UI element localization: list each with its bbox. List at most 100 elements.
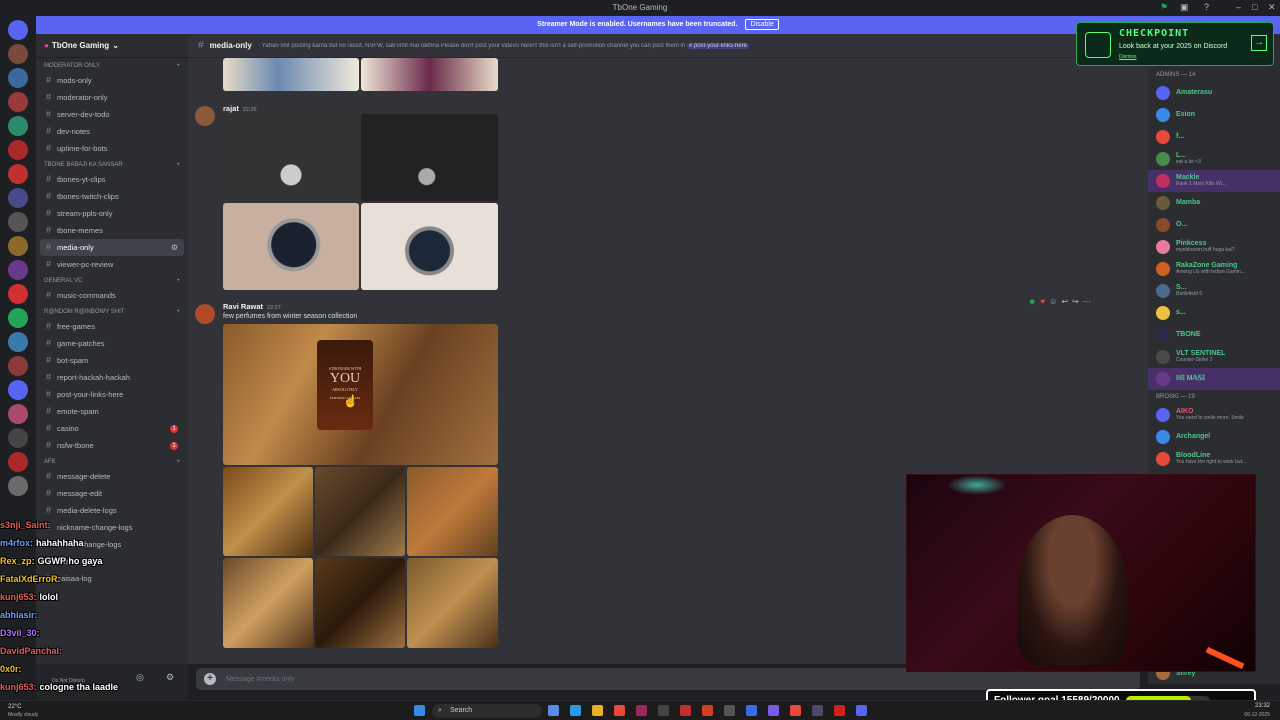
channel-message-delete[interactable]: # message-delete: [40, 468, 184, 485]
reaction-icon[interactable]: ☻: [1028, 297, 1036, 306]
channel-category[interactable]: R@NDOM R@INBOWY SHIT +: [36, 304, 188, 318]
member-item[interactable]: O...: [1148, 214, 1280, 236]
channel-topic[interactable]: Yahan shit posting karna but no racist, …: [262, 42, 749, 49]
taskbar-app-icon[interactable]: [548, 705, 559, 716]
perfume-photo[interactable]: [315, 467, 405, 556]
member-item[interactable]: Exion: [1148, 104, 1280, 126]
add-channel-icon[interactable]: +: [176, 162, 180, 168]
channel-media-only[interactable]: # media-only ⚙: [40, 239, 184, 256]
arrow-right-icon[interactable]: →: [1251, 35, 1267, 51]
channel-moderator-only[interactable]: # moderator-only: [40, 89, 184, 106]
taskbar-app-icon[interactable]: [702, 705, 713, 716]
taskbar-app-icon[interactable]: [636, 705, 647, 716]
channel-category[interactable]: AFK +: [36, 454, 188, 468]
member-item[interactable]: Archangel: [1148, 426, 1280, 448]
channel-report-hackah-hackah[interactable]: # report-hackah-hackah: [40, 369, 184, 386]
watch-photo[interactable]: [223, 203, 359, 290]
server-icon[interactable]: [8, 236, 28, 256]
inbox-icon[interactable]: ▣: [1180, 2, 1189, 13]
taskbar-app-icon[interactable]: [658, 705, 669, 716]
server-icon[interactable]: [8, 188, 28, 208]
message-author[interactable]: Ravi Rawat 22:27: [223, 302, 281, 311]
member-item[interactable]: TBONE: [1148, 324, 1280, 346]
server-icon[interactable]: [8, 68, 28, 88]
server-icon[interactable]: [8, 164, 28, 184]
member-item[interactable]: f...: [1148, 126, 1280, 148]
message-image[interactable]: [361, 58, 498, 91]
channel-category[interactable]: tbone babaji ka sansar +: [36, 157, 188, 171]
taskbar-app-icon[interactable]: [790, 705, 801, 716]
message-author[interactable]: rajat 22:26: [223, 104, 257, 113]
taskbar-app-icon[interactable]: [768, 705, 779, 716]
member-item[interactable]: RakaZone Gaming Among Us with Indian Gami…: [1148, 258, 1280, 280]
emoji-icon[interactable]: ☺: [1049, 297, 1057, 306]
member-item[interactable]: BloodLine You have the right to work but.…: [1148, 448, 1280, 470]
channel-bot-spam[interactable]: # bot-spam: [40, 352, 184, 369]
member-item[interactable]: S... Battlefield 6: [1148, 280, 1280, 302]
channel-dev-notes[interactable]: # dev-notes: [40, 123, 184, 140]
disable-streamer-mode-button[interactable]: Disable: [745, 19, 779, 30]
perfume-photo[interactable]: STRONGER WITH YOU ABSOLUTELY EMPORIO ARM…: [223, 324, 498, 465]
taskbar-app-icon[interactable]: [746, 705, 757, 716]
server-icon[interactable]: [8, 332, 28, 352]
home-icon[interactable]: [8, 20, 28, 40]
more-icon[interactable]: ⋯: [1083, 297, 1091, 306]
game-icon[interactable]: ⚑: [1160, 2, 1168, 13]
taskbar-app-icon[interactable]: [724, 705, 735, 716]
message-input[interactable]: Message #media-only: [226, 676, 294, 683]
member-item[interactable]: Mackle Rank 1 Most Kills Wi...: [1148, 170, 1280, 192]
channel-game-patches[interactable]: # game-patches: [40, 335, 184, 352]
server-icon[interactable]: [8, 212, 28, 232]
channel-stream-ppls-only[interactable]: # stream-ppls-only: [40, 205, 184, 222]
member-item[interactable]: ℍ𝕀 M𝔸𝕊𝕀: [1148, 368, 1280, 390]
channel-free-games[interactable]: # free-games: [40, 318, 184, 335]
watch-photo[interactable]: [223, 114, 359, 201]
server-icon[interactable]: [8, 140, 28, 160]
forward-icon[interactable]: ↪: [1072, 297, 1079, 306]
channel-category[interactable]: Moderator Only +: [36, 58, 188, 72]
chrome-icon[interactable]: [614, 705, 625, 716]
heart-icon[interactable]: ♥: [1040, 297, 1045, 306]
server-icon[interactable]: [8, 92, 28, 112]
discord-icon[interactable]: [856, 705, 867, 716]
close-icon[interactable]: ✕: [1268, 2, 1276, 13]
add-channel-icon[interactable]: +: [176, 278, 180, 284]
channel-server-dev-todo[interactable]: # server-dev-todo: [40, 106, 184, 123]
channel-casino[interactable]: # casino 1: [40, 420, 184, 437]
checkpoint-dismiss[interactable]: Dismiss: [1119, 54, 1137, 60]
channel-settings-icon[interactable]: ⚙: [171, 239, 178, 256]
server-icon[interactable]: [8, 356, 28, 376]
channel-music-commands[interactable]: # music-commands: [40, 287, 184, 304]
channel-category[interactable]: General VC +: [36, 273, 188, 287]
perfume-photo[interactable]: [223, 558, 313, 648]
help-icon[interactable]: ?: [1204, 2, 1209, 12]
taskbar-app-icon[interactable]: [834, 705, 845, 716]
topic-channel-mention[interactable]: # post-your-links-here: [686, 42, 749, 49]
member-item[interactable]: s...: [1148, 302, 1280, 324]
perfume-photo[interactable]: [315, 558, 405, 648]
server-icon[interactable]: [8, 476, 28, 496]
channel-message-edit[interactable]: # message-edit: [40, 485, 184, 502]
channel-mods-only[interactable]: # mods-only: [40, 72, 184, 89]
channel-uptime-for-bots[interactable]: # uptime-for-bots: [40, 140, 184, 157]
server-icon[interactable]: [8, 452, 28, 472]
reply-icon[interactable]: ↩: [1061, 297, 1068, 306]
maximize-icon[interactable]: □: [1252, 2, 1257, 12]
channel-tbone-memes[interactable]: # tbone-memes: [40, 222, 184, 239]
server-header[interactable]: ● TbOne Gaming ⌄: [36, 34, 188, 58]
server-icon[interactable]: [8, 380, 28, 400]
channel-tbones-yt-clips[interactable]: # tbones-yt-clips: [40, 171, 184, 188]
channel-viewer-pc-review[interactable]: # viewer-pc-review: [40, 256, 184, 273]
channel-tbones-twitch-clips[interactable]: # tbones-twitch-clips: [40, 188, 184, 205]
perfume-photo[interactable]: [407, 467, 498, 556]
avatar[interactable]: [195, 106, 215, 126]
checkpoint-popup[interactable]: CHECKPOINT Look back at your 2025 on Dis…: [1076, 22, 1274, 66]
message-image[interactable]: [223, 58, 359, 91]
member-item[interactable]: Mamba: [1148, 192, 1280, 214]
folder-icon[interactable]: [592, 705, 603, 716]
member-item[interactable]: L... eat a lot <3: [1148, 148, 1280, 170]
channel-post-your-links-here[interactable]: # post-your-links-here: [40, 386, 184, 403]
avatar[interactable]: [195, 304, 215, 324]
channel-nsfw-tbone[interactable]: # nsfw-tbone 1: [40, 437, 184, 454]
add-channel-icon[interactable]: +: [176, 63, 180, 69]
